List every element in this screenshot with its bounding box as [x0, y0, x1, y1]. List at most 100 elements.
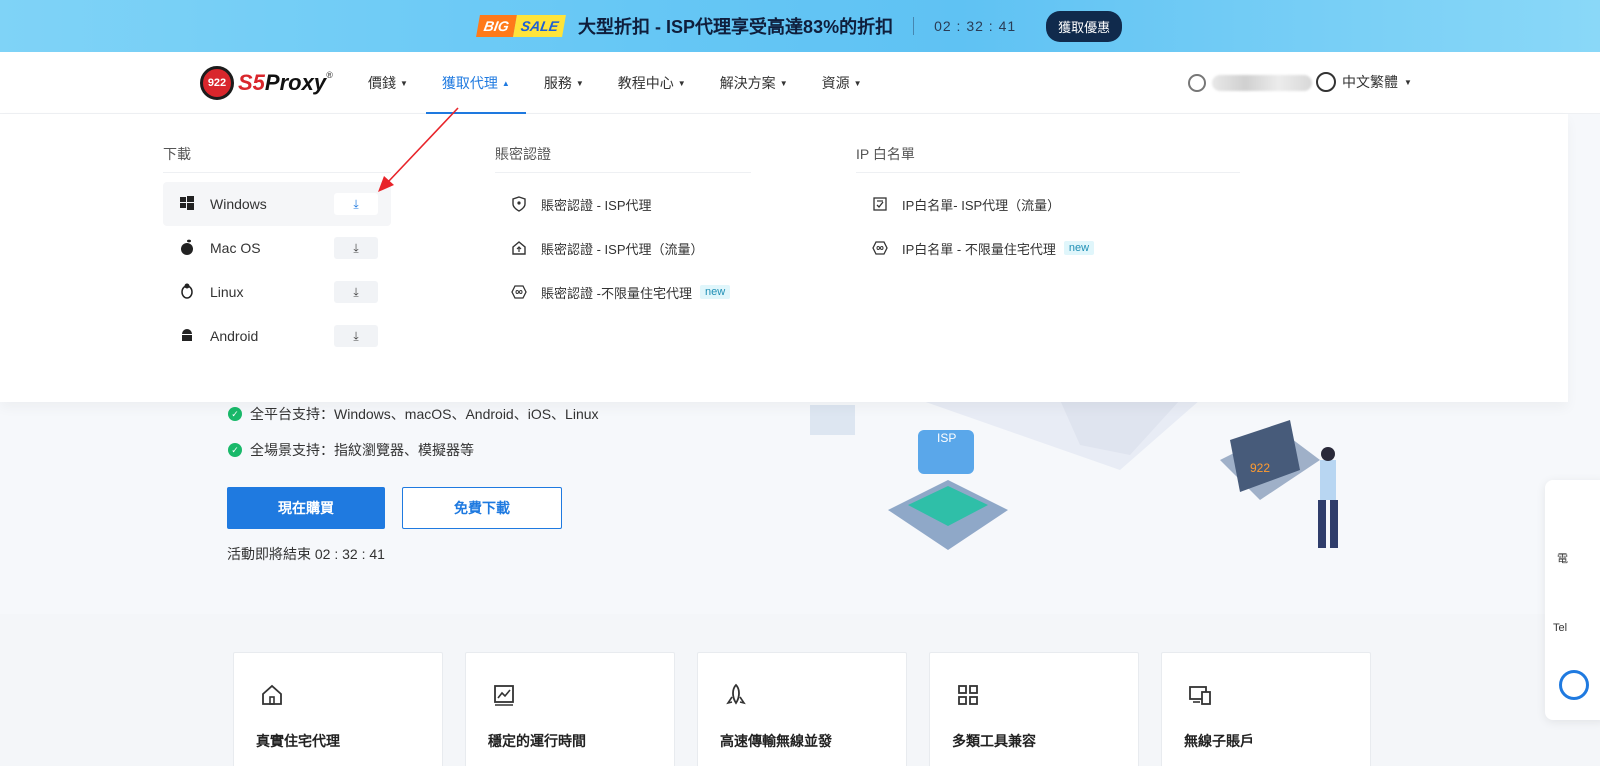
nav-item-services[interactable]: 服務 ▼ [544, 52, 584, 114]
laptop-screen [1230, 420, 1300, 492]
small-device [810, 405, 855, 435]
download-icon[interactable]: ⤓ [334, 237, 378, 259]
auth-title: 賬密認證 [495, 146, 551, 162]
feature-card: 高速傳輸無線並發 [697, 652, 907, 766]
chat-icon[interactable] [1559, 670, 1589, 700]
grid-icon [958, 685, 978, 705]
feature-scenario-text: 全場景支持：指紋瀏覽器、模擬器等 [250, 442, 474, 458]
ip-whitelist-title: IP 白名單 [856, 146, 915, 162]
auth-isp-link[interactable]: 賬密認證 - ISP代理 [511, 192, 652, 216]
person-leg [1318, 500, 1326, 548]
download-title: 下載 [163, 146, 191, 162]
language-label: 中文繁體 [1342, 74, 1398, 90]
nav-menu: 價錢 ▼ 獲取代理 ▲ 服務 ▼ 教程中心 ▼ 解決方案 ▼ 資源 ▼ [368, 52, 862, 114]
logo-globe-icon: 922 [200, 66, 234, 100]
get-proxy-dropdown: 下載 Windows ⤓ Mac OS ⤓ Linux ⤓ Android ⤓ … [0, 114, 1568, 402]
infinity-icon [872, 240, 888, 256]
android-icon [179, 328, 195, 345]
download-icon[interactable]: ⤓ [334, 281, 378, 303]
big-sale-badge: BIG SALE [475, 12, 566, 40]
main-navbar: 922 S5Proxy® 價錢 ▼ 獲取代理 ▲ 服務 ▼ 教程中心 ▼ 解決方案 ▼ 資… [0, 52, 1600, 114]
logo-registered: ® [326, 70, 333, 80]
caret-down-icon: ▼ [677, 78, 686, 88]
ip-unlimited-link[interactable]: IP白名單 - 不限量住宅代理 new [872, 236, 1095, 260]
username-blurred [1212, 75, 1312, 91]
user-account[interactable] [1188, 74, 1312, 92]
download-icon[interactable]: ⤓ [334, 193, 378, 215]
promo-text: 大型折扣 - ISP代理享受高達83%的折扣 [578, 17, 894, 37]
auth-unlimited-link[interactable]: 賬密認證 -不限量住宅代理 new [511, 280, 731, 304]
os-name: Linux [210, 284, 244, 300]
feature-card-title: 真實住宅代理 [256, 733, 340, 749]
divider [856, 172, 1240, 173]
devices-icon [1189, 686, 1211, 705]
linux-icon [179, 283, 195, 302]
auth-isp-traffic-label: 賬密認證 - ISP代理（流量） [541, 241, 704, 257]
logo-s5: S5 [238, 70, 265, 95]
person-body [1320, 460, 1336, 500]
check-icon: ✓ [228, 407, 242, 421]
apple-icon [179, 239, 195, 258]
infinity-icon [511, 284, 527, 300]
checklist-icon [872, 196, 888, 212]
download-row-windows[interactable]: Windows ⤓ [163, 182, 391, 226]
nav-item-label: 獲取代理 [441, 75, 498, 91]
globe-icon [1316, 72, 1336, 92]
divider [495, 172, 751, 173]
nav-item-pricing[interactable]: 價錢 ▼ [368, 52, 408, 114]
divider [163, 172, 391, 173]
feature-platform: ✓ 全平台支持：Windows、macOS、Android、iOS、Linux [228, 404, 599, 424]
nav-item-get-proxy[interactable]: 獲取代理 ▲ [425, 52, 526, 114]
download-row-android[interactable]: Android ⤓ [163, 314, 391, 358]
feature-card: 真實住宅代理 [233, 652, 443, 766]
logo[interactable]: 922 S5Proxy® [200, 66, 333, 100]
auth-isp-label: 賬密認證 - ISP代理 [541, 197, 652, 213]
caret-down-icon: ▼ [575, 78, 584, 88]
get-offer-button[interactable]: 獲取優惠 [1046, 10, 1123, 42]
os-name: Mac OS [210, 240, 261, 256]
caret-down-icon: ▼ [853, 78, 862, 88]
windows-icon [179, 195, 195, 213]
nav-item-label: 教程中心 [617, 75, 674, 91]
logo-text: S5Proxy® [238, 70, 333, 96]
feature-card: 穩定的運行時間 [465, 652, 675, 766]
countdown-text: 活動即將結束 02 : 32 : 41 [227, 546, 385, 562]
telegram-label: Tel [1553, 622, 1568, 634]
person-head [1321, 447, 1335, 461]
nav-item-label: 服務 [543, 75, 572, 91]
auth-unlimited-label: 賬密認證 -不限量住宅代理 [541, 285, 692, 301]
nav-item-tutorials[interactable]: 教程中心 ▼ [618, 52, 686, 114]
free-download-button[interactable]: 免費下載 [402, 487, 562, 529]
check-icon: ✓ [228, 443, 242, 457]
buy-now-button[interactable]: 現在購買 [227, 487, 385, 529]
os-name: Android [210, 328, 259, 344]
isp-label: ISP [937, 431, 956, 445]
big-label: BIG [475, 15, 517, 37]
hero-illustration: ISP 922 [810, 400, 1338, 550]
person-leg [1330, 500, 1338, 548]
promo-timer: 02 : 32 : 41 [934, 18, 1017, 34]
ip-isp-traffic-label: IP白名單- ISP代理（流量） [902, 197, 1061, 213]
feature-card-title: 高速傳輸無線並發 [720, 733, 832, 749]
laptop-label: 922 [1250, 461, 1270, 475]
user-icon [1188, 74, 1206, 92]
new-badge: new [699, 285, 731, 299]
contact-widget[interactable]: 電 Tel [1545, 480, 1600, 720]
download-icon[interactable]: ⤓ [334, 325, 378, 347]
auth-isp-traffic-link[interactable]: 賬密認證 - ISP代理（流量） [511, 236, 704, 260]
download-row-linux[interactable]: Linux ⤓ [163, 270, 391, 314]
ip-isp-traffic-link[interactable]: IP白名單- ISP代理（流量） [872, 192, 1060, 216]
logo-proxy: Proxy [264, 70, 327, 95]
nav-item-resources[interactable]: 資源 ▼ [822, 52, 862, 114]
language-selector[interactable]: 中文繁體 ▼ [1316, 72, 1412, 92]
nav-item-solutions[interactable]: 解決方案 ▼ [720, 52, 788, 114]
home-icon [262, 684, 282, 705]
nav-item-label: 資源 [821, 75, 850, 91]
promo-banner: BIG SALE 大型折扣 - ISP代理享受高達83%的折扣 02 : 32 … [0, 0, 1600, 52]
ip-unlimited-label: IP白名單 - 不限量住宅代理 [902, 241, 1056, 257]
sale-label: SALE [512, 15, 566, 37]
feature-card: 無線子賬戶 [1161, 652, 1371, 766]
rocket-icon [726, 683, 746, 705]
caret-down-icon: ▼ [400, 78, 408, 88]
download-row-macos[interactable]: Mac OS ⤓ [163, 226, 391, 270]
